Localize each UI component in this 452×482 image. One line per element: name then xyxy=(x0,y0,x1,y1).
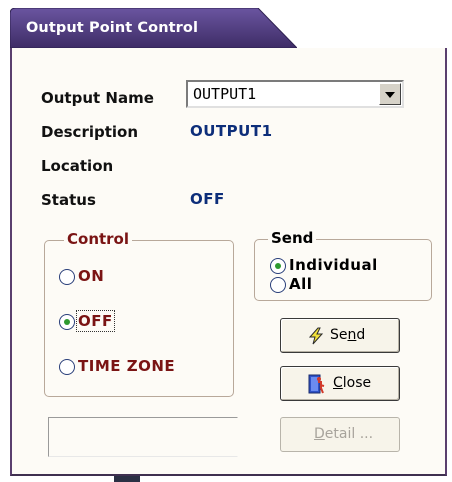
status-message-box xyxy=(48,417,238,457)
window-title: Output Point Control xyxy=(26,20,199,36)
radio-individual-label[interactable]: Individual xyxy=(289,256,378,274)
radio-individual[interactable] xyxy=(270,258,286,274)
lightning-icon xyxy=(308,327,324,345)
description-label: Description xyxy=(41,123,139,141)
send-button-label: Send xyxy=(330,327,366,343)
radio-time-zone[interactable] xyxy=(59,359,75,375)
send-button[interactable]: Send xyxy=(280,318,400,353)
output-name-select[interactable]: OUTPUT1 xyxy=(186,80,404,108)
chevron-down-icon xyxy=(385,92,395,98)
radio-off-label[interactable]: OFF xyxy=(76,310,115,332)
radio-off[interactable] xyxy=(59,314,75,330)
radio-all[interactable] xyxy=(270,277,286,293)
detail-button[interactable]: Detail ... xyxy=(280,417,400,452)
control-group-legend: Control xyxy=(64,230,133,248)
location-label: Location xyxy=(41,157,114,175)
radio-on-label[interactable]: ON xyxy=(78,267,104,285)
description-value: OUTPUT1 xyxy=(190,122,273,140)
status-label: Status xyxy=(41,191,96,209)
dropdown-button[interactable] xyxy=(379,83,401,105)
detail-button-label: Detail ... xyxy=(314,426,374,442)
radio-time-zone-label[interactable]: TIME ZONE xyxy=(78,357,175,375)
radio-all-label[interactable]: All xyxy=(289,275,312,293)
resize-grip xyxy=(114,476,140,482)
radio-on[interactable] xyxy=(59,269,75,285)
door-exit-icon xyxy=(308,374,325,394)
window-title-tab: Output Point Control xyxy=(10,8,297,48)
close-button[interactable]: Close xyxy=(280,366,400,401)
close-button-label: Close xyxy=(333,375,372,391)
status-value: OFF xyxy=(190,190,225,208)
output-name-label: Output Name xyxy=(41,89,154,107)
output-name-select-value: OUTPUT1 xyxy=(193,85,257,103)
send-group-legend: Send xyxy=(268,229,317,247)
